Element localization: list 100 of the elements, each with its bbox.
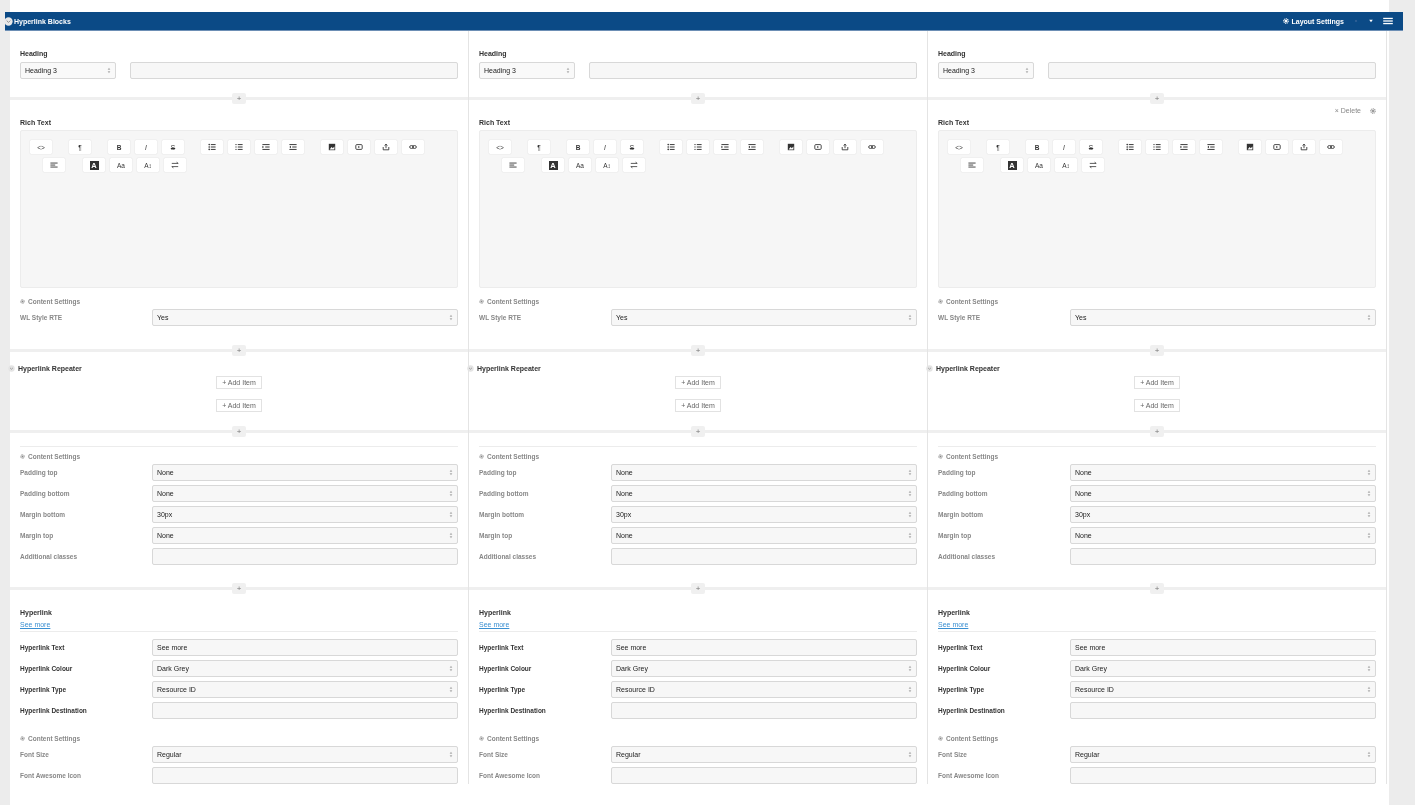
heading-input[interactable] xyxy=(130,62,458,79)
gear-icon[interactable] xyxy=(1283,18,1290,24)
toolbar-button[interactable] xyxy=(1239,140,1261,154)
toolbar-button[interactable] xyxy=(1173,140,1195,154)
indent-icon xyxy=(262,143,270,151)
toolbar-button[interactable] xyxy=(1146,140,1168,154)
add-block-button[interactable]: + xyxy=(232,345,246,356)
gear-icon xyxy=(20,454,25,459)
outdent-icon xyxy=(748,143,756,151)
bullet-list-icon xyxy=(667,143,675,151)
select-arrows-icon xyxy=(1367,314,1371,321)
add-block-button[interactable]: + xyxy=(1150,583,1164,594)
toolbar-button[interactable] xyxy=(741,140,763,154)
collapse-toggle-icon[interactable] xyxy=(4,16,13,26)
toolbar-button[interactable] xyxy=(1200,140,1222,154)
collapse-toggle-icon[interactable] xyxy=(8,365,15,372)
menu-icon[interactable] xyxy=(1383,17,1393,25)
toolbar-button[interactable] xyxy=(348,140,370,154)
add-block-button[interactable]: + xyxy=(691,345,705,356)
select-arrows-icon xyxy=(908,511,912,518)
toolbar-button[interactable] xyxy=(321,140,343,154)
gear-icon xyxy=(479,454,484,459)
input-field[interactable] xyxy=(611,767,917,784)
select-arrows-icon xyxy=(449,751,453,758)
toolbar-button[interactable] xyxy=(282,140,304,154)
select-arrows-icon xyxy=(1367,686,1371,693)
swap-icon xyxy=(1089,161,1097,169)
upload-icon xyxy=(841,143,849,151)
add-block-button[interactable]: + xyxy=(691,93,705,104)
link-icon xyxy=(868,143,876,151)
toolbar-button[interactable] xyxy=(228,140,250,154)
select-arrows-icon xyxy=(908,686,912,693)
select-arrows-icon xyxy=(1025,67,1029,74)
add-block-button[interactable]: + xyxy=(691,426,705,437)
add-block-button[interactable]: + xyxy=(1150,426,1164,437)
upload-icon xyxy=(382,143,390,151)
bullet-list-icon xyxy=(1126,143,1134,151)
add-block-button[interactable]: + xyxy=(1150,345,1164,356)
gear-icon xyxy=(479,736,484,741)
gear-icon xyxy=(479,299,484,304)
toolbar-button[interactable] xyxy=(687,140,709,154)
toolbar-button[interactable] xyxy=(780,140,802,154)
add-block-button[interactable]: + xyxy=(232,426,246,437)
select-arrows-icon xyxy=(449,665,453,672)
input-field[interactable] xyxy=(152,548,458,565)
add-block-button[interactable]: + xyxy=(232,583,246,594)
toolbar-button[interactable] xyxy=(255,140,277,154)
gear-icon xyxy=(20,299,25,304)
gear-icon xyxy=(938,454,943,459)
select-arrows-icon xyxy=(449,469,453,476)
heading-input[interactable] xyxy=(589,62,917,79)
swap-icon xyxy=(171,161,179,169)
input-field[interactable] xyxy=(611,548,917,565)
gear-icon xyxy=(20,736,25,741)
numbered-list-icon xyxy=(1153,143,1161,151)
select-arrows-icon xyxy=(908,490,912,497)
swap-icon xyxy=(630,161,638,169)
settings-icon[interactable] xyxy=(1370,107,1376,114)
toolbar-button[interactable] xyxy=(807,140,829,154)
outdent-icon xyxy=(289,143,297,151)
select-arrows-icon xyxy=(1367,511,1371,518)
select-arrows-icon xyxy=(1367,532,1371,539)
toolbar-button[interactable] xyxy=(660,140,682,154)
link-icon xyxy=(1327,143,1335,151)
select-arrows-icon xyxy=(449,511,453,518)
input-field[interactable] xyxy=(152,767,458,784)
select-arrows-icon xyxy=(908,469,912,476)
select-arrows-icon xyxy=(908,532,912,539)
bullet-list-icon xyxy=(208,143,216,151)
input-field[interactable] xyxy=(1070,702,1376,719)
add-block-button[interactable]: + xyxy=(1150,93,1164,104)
input-field[interactable] xyxy=(1070,767,1376,784)
add-block-button[interactable]: + xyxy=(232,93,246,104)
select-arrows-icon xyxy=(1367,469,1371,476)
gear-icon xyxy=(938,736,943,741)
select-arrows-icon xyxy=(908,314,912,321)
select-arrows-icon xyxy=(449,686,453,693)
down-arrow-icon[interactable] xyxy=(1368,18,1374,24)
collapse-toggle-icon[interactable] xyxy=(467,365,474,372)
gear-icon xyxy=(938,299,943,304)
video-icon xyxy=(814,143,822,151)
toolbar-button[interactable] xyxy=(1119,140,1141,154)
link-icon xyxy=(409,143,417,151)
outdent-icon xyxy=(1207,143,1215,151)
image-icon xyxy=(787,143,795,151)
input-field[interactable] xyxy=(1070,548,1376,565)
indent-icon xyxy=(1180,143,1188,151)
input-field[interactable] xyxy=(611,702,917,719)
add-block-button[interactable]: + xyxy=(691,583,705,594)
collapse-toggle-icon[interactable] xyxy=(926,365,933,372)
numbered-list-icon xyxy=(235,143,243,151)
toolbar-button[interactable] xyxy=(201,140,223,154)
select-arrows-icon xyxy=(107,67,111,74)
indent-icon xyxy=(721,143,729,151)
heading-input[interactable] xyxy=(1048,62,1376,79)
input-field[interactable] xyxy=(152,702,458,719)
toolbar-button[interactable] xyxy=(714,140,736,154)
select-arrows-icon xyxy=(449,490,453,497)
toolbar-button[interactable] xyxy=(1266,140,1288,154)
select-arrows-icon xyxy=(449,314,453,321)
